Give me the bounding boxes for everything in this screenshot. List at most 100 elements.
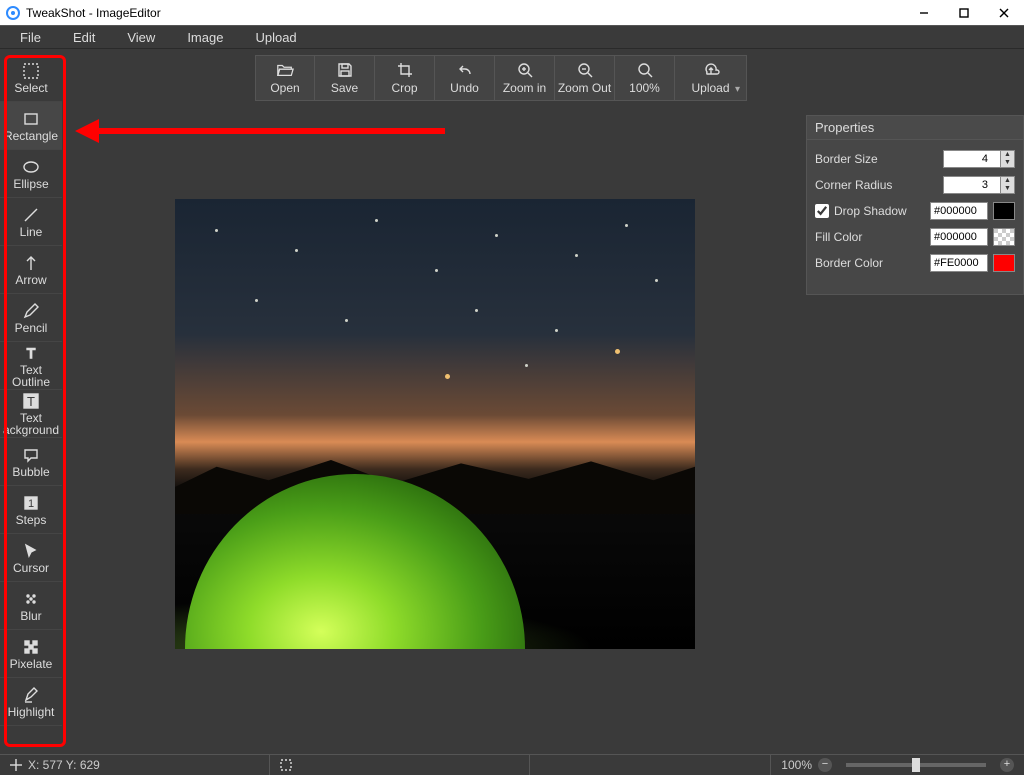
tool-pixelate[interactable]: Pixelate: [0, 630, 62, 678]
upload-button[interactable]: Upload ▾: [675, 55, 747, 101]
app-icon: [6, 6, 20, 20]
zoom-slider[interactable]: [846, 763, 986, 767]
svg-text:T: T: [27, 345, 36, 361]
pixelate-icon: [22, 638, 40, 656]
status-selection: [270, 755, 530, 775]
border-size-spinner[interactable]: ▲▼: [1001, 150, 1015, 168]
fill-color-swatch[interactable]: [993, 228, 1015, 246]
drop-shadow-checkbox[interactable]: [815, 204, 829, 218]
tool-label: Steps: [16, 514, 47, 526]
zoom-out-button[interactable]: Zoom Out: [555, 55, 615, 101]
status-bar: X: 577 Y: 629 100% − +: [0, 754, 1024, 775]
tool-label: Pencil: [15, 322, 48, 334]
svg-text:1: 1: [28, 498, 34, 510]
bubble-icon: [22, 446, 40, 464]
minimize-button[interactable]: [904, 0, 944, 25]
tool-label: Bubble: [12, 466, 49, 478]
steps-icon: 1: [22, 494, 40, 512]
tool-label: Cursor: [13, 562, 49, 574]
pencil-icon: [22, 302, 40, 320]
tool-label: Pixelate: [10, 658, 53, 670]
left-toolbar: Select Rectangle Ellipse Line Arrow Pencil T Te…: [0, 54, 62, 726]
tool-label: Ellipse: [13, 178, 48, 190]
border-color-input[interactable]: [930, 254, 988, 272]
tool-label: Blur: [20, 610, 41, 622]
fill-color-input[interactable]: [930, 228, 988, 246]
tool-line[interactable]: Line: [0, 198, 62, 246]
crosshair-icon: [10, 759, 22, 771]
crop-icon: [396, 62, 414, 78]
tool-bubble[interactable]: Bubble: [0, 438, 62, 486]
save-button[interactable]: Save: [315, 55, 375, 101]
tool-ellipse[interactable]: Ellipse: [0, 150, 62, 198]
zoom-100-button[interactable]: 100%: [615, 55, 675, 101]
select-icon: [22, 62, 40, 80]
properties-panel: Properties Border Size ▲▼ Corner Radius …: [806, 115, 1024, 295]
canvas[interactable]: [175, 199, 695, 649]
window-titlebar: TweakShot - ImageEditor: [0, 0, 1024, 25]
zoom-plus-button[interactable]: +: [1000, 758, 1014, 772]
menu-upload[interactable]: Upload: [239, 26, 312, 48]
border-color-label: Border Color: [815, 256, 930, 270]
menu-bar: File Edit View Image Upload: [0, 25, 1024, 49]
tool-rectangle[interactable]: Rectangle: [0, 102, 62, 150]
main-area: Select Rectangle Ellipse Line Arrow Pencil T Te…: [0, 49, 1024, 754]
undo-icon: [456, 62, 474, 78]
border-size-input[interactable]: [943, 150, 1001, 168]
highlight-icon: [22, 686, 40, 704]
svg-text:T: T: [27, 394, 35, 409]
corner-radius-input[interactable]: [943, 176, 1001, 194]
tool-label: Text Outline: [12, 364, 50, 388]
zoom-percent: 100%: [781, 758, 812, 772]
tool-text-outline[interactable]: T Text Outline: [0, 342, 62, 390]
menu-file[interactable]: File: [4, 26, 57, 48]
corner-radius-label: Corner Radius: [815, 178, 943, 192]
text-background-icon: T: [22, 392, 40, 410]
tool-highlight[interactable]: Highlight: [0, 678, 62, 726]
tool-arrow[interactable]: Arrow: [0, 246, 62, 294]
menu-image[interactable]: Image: [171, 26, 239, 48]
tool-label: Line: [20, 226, 43, 238]
selection-icon: [280, 759, 292, 771]
menu-view[interactable]: View: [111, 26, 171, 48]
open-button[interactable]: Open: [255, 55, 315, 101]
status-coords: X: 577 Y: 629: [0, 755, 270, 775]
blur-icon: [22, 590, 40, 608]
top-toolbar: Open Save Crop Undo Zoom in Zoom Out 100…: [255, 55, 747, 101]
tool-label: Highlight: [8, 706, 55, 718]
tool-blur[interactable]: Blur: [0, 582, 62, 630]
tool-label: Select: [14, 82, 47, 94]
fill-color-label: Fill Color: [815, 230, 930, 244]
upload-icon: [702, 62, 720, 78]
zoom-in-button[interactable]: Zoom in: [495, 55, 555, 101]
drop-shadow-color-swatch[interactable]: [993, 202, 1015, 220]
drop-shadow-color-input[interactable]: [930, 202, 988, 220]
properties-header: Properties: [807, 116, 1023, 140]
zoom-minus-button[interactable]: −: [818, 758, 832, 772]
window-title: TweakShot - ImageEditor: [26, 6, 161, 20]
tool-cursor[interactable]: Cursor: [0, 534, 62, 582]
zoom-out-icon: [576, 62, 594, 78]
undo-button[interactable]: Undo: [435, 55, 495, 101]
tool-label: Arrow: [15, 274, 46, 286]
border-size-label: Border Size: [815, 152, 943, 166]
folder-open-icon: [276, 62, 294, 78]
crop-button[interactable]: Crop: [375, 55, 435, 101]
drop-shadow-label: Drop Shadow: [834, 204, 930, 218]
tool-pencil[interactable]: Pencil: [0, 294, 62, 342]
zoom-in-icon: [516, 62, 534, 78]
maximize-button[interactable]: [944, 0, 984, 25]
tool-label: Text ackground: [3, 412, 59, 436]
tool-steps[interactable]: 1 Steps: [0, 486, 62, 534]
save-icon: [336, 62, 354, 78]
text-outline-icon: T: [22, 344, 40, 362]
tool-label: Rectangle: [4, 130, 58, 142]
tool-text-background[interactable]: T Text ackground: [0, 390, 62, 438]
border-color-swatch[interactable]: [993, 254, 1015, 272]
line-icon: [22, 206, 40, 224]
corner-radius-spinner[interactable]: ▲▼: [1001, 176, 1015, 194]
close-button[interactable]: [984, 0, 1024, 25]
annotation-arrow: [75, 123, 445, 139]
tool-select[interactable]: Select: [0, 54, 62, 102]
menu-edit[interactable]: Edit: [57, 26, 111, 48]
